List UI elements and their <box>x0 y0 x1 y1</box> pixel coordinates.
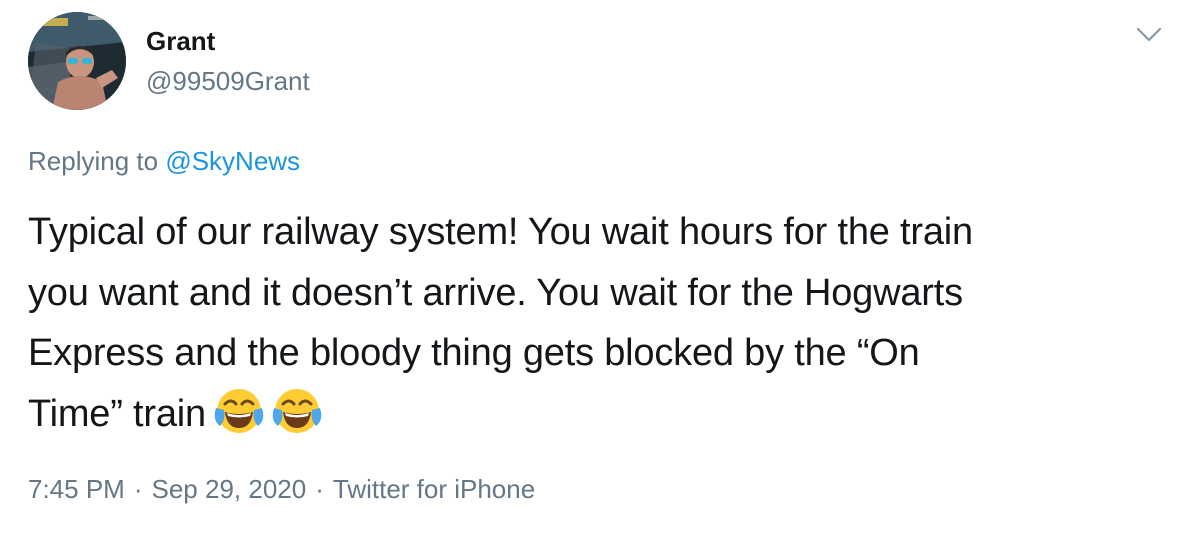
avatar[interactable] <box>28 12 126 110</box>
tweet-source-link[interactable]: Twitter for iPhone <box>333 474 535 504</box>
tweet-meta: 7:45 PM · Sep 29, 2020 · Twitter for iPhone <box>28 472 535 506</box>
tweet-text-line: you want and it doesn’t arrive. You wait… <box>28 271 963 314</box>
tweet-text-line: Time” train <box>28 392 206 435</box>
tweet-card: Grant @99509Grant Replying to @SkyNews T… <box>0 0 1192 534</box>
tweet-time-link[interactable]: 7:45 PM <box>28 474 125 504</box>
face-with-tears-of-joy-icon <box>272 388 322 433</box>
tweet-text-line: Typical of our railway system! You wait … <box>28 211 973 253</box>
author-handle[interactable]: @99509Grant <box>146 64 310 98</box>
tweet-text-line-last: Time” train <box>28 384 1168 445</box>
tweet-text-line: Express and the bloody thing gets blocke… <box>28 332 920 374</box>
chevron-down-icon[interactable] <box>1136 26 1162 44</box>
replying-to: Replying to @SkyNews <box>28 144 300 178</box>
meta-separator: · <box>315 474 324 504</box>
meta-separator: · <box>133 474 143 504</box>
tweet-date-link[interactable]: Sep 29, 2020 <box>152 474 307 504</box>
avatar-image <box>28 12 126 110</box>
author-name[interactable]: Grant <box>146 24 215 58</box>
reply-mention-link[interactable]: @SkyNews <box>165 146 300 176</box>
replying-to-label: Replying to <box>28 146 166 176</box>
tweet-text: Typical of our railway system! You wait … <box>28 202 1168 444</box>
face-with-tears-of-joy-icon <box>214 388 264 433</box>
